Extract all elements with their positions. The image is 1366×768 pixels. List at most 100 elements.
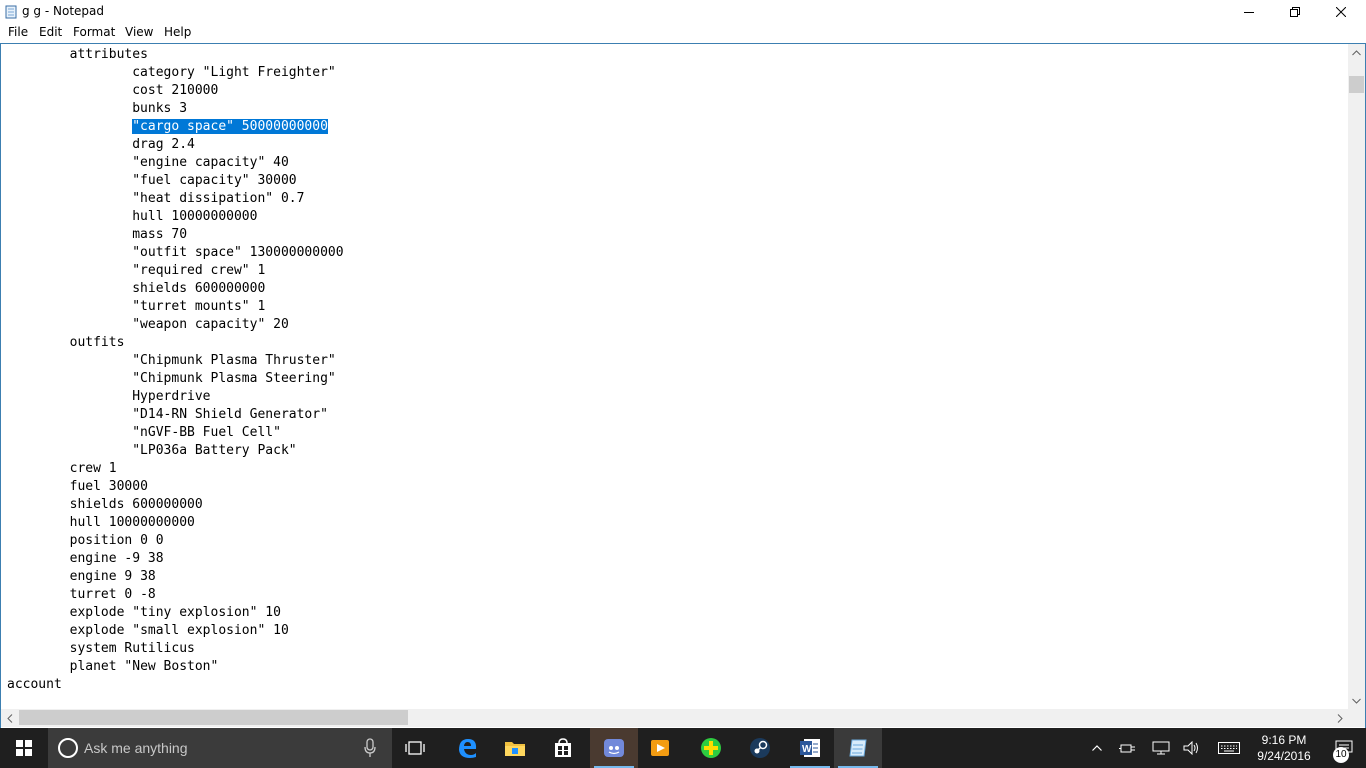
text-line: shields 600000000 [7,496,1340,514]
line-text: mass 70 [132,227,188,242]
line-text: attributes [69,47,148,62]
menu-file[interactable]: File [7,25,29,39]
restore-icon [1290,7,1300,17]
text-line: engine -9 38 [7,550,1340,568]
line-text: shields 600000000 [132,281,266,296]
volume-tray-button[interactable] [1180,728,1204,768]
line-text: "LP036a Battery Pack" [132,443,297,458]
title-bar[interactable]: g g - Notepad [0,0,1366,24]
line-text: cost 210000 [132,83,219,98]
windows-logo-icon [16,740,32,756]
menu-help[interactable]: Help [163,25,192,39]
menu-format[interactable]: Format [72,25,116,39]
text-line: "required crew" 1 [7,262,1340,280]
line-text: account [7,677,62,692]
show-hidden-icons-button[interactable] [1086,728,1108,768]
text-line: category "Light Freighter" [7,64,1340,82]
line-text: Hyperdrive [132,389,211,404]
taskbar-notepad[interactable] [834,728,882,768]
line-text: shields 600000000 [69,497,203,512]
text-line: "cargo space" 50000000000 [7,118,1340,136]
selected-text: "cargo space" 50000000000 [132,119,328,134]
vertical-scrollbar[interactable] [1348,44,1365,709]
text-line: "heat dissipation" 0.7 [7,190,1340,208]
line-text: category "Light Freighter" [132,65,336,80]
edge-icon [459,739,477,758]
taskbar-file-explorer[interactable] [491,728,539,768]
touch-keyboard-button[interactable] [1214,728,1244,768]
minimize-button[interactable] [1226,0,1272,24]
text-line: shields 600000000 [7,280,1340,298]
text-line: engine 9 38 [7,568,1340,586]
search-placeholder: Ask me anything [84,740,188,756]
menu-edit[interactable]: Edit [38,25,63,39]
network-icon [1152,741,1170,755]
restore-button[interactable] [1272,0,1318,24]
taskbar-steam[interactable] [736,728,784,768]
notepad-app-icon[interactable] [5,4,17,19]
menu-view[interactable]: View [124,25,154,39]
network-tray-button[interactable] [1149,728,1173,768]
cortana-icon [58,738,78,758]
text-line: account [7,676,1340,694]
taskbar-media-player[interactable] [636,728,684,768]
close-button[interactable] [1318,0,1364,24]
taskbar-discord[interactable] [590,728,638,768]
keyboard-icon [1218,742,1240,754]
taskbar-word[interactable]: W [786,728,834,768]
horizontal-scroll-thumb[interactable] [19,710,408,725]
line-text: crew 1 [69,461,117,476]
line-text: "fuel capacity" 30000 [132,173,297,188]
scroll-right-button[interactable] [1331,709,1348,727]
text-line: "weapon capacity" 20 [7,316,1340,334]
text-line: cost 210000 [7,82,1340,100]
scroll-down-button[interactable] [1348,692,1365,709]
text-editor[interactable]: attributes category "Light Freighter" co… [7,46,1340,708]
menu-bar: File Edit Format View Help [0,24,1366,43]
notepad-icon [849,739,867,757]
taskbar-clock[interactable]: 9:16 PM 9/24/2016 [1251,732,1317,764]
task-view-button[interactable] [391,728,439,768]
text-line: crew 1 [7,460,1340,478]
line-text: "engine capacity" 40 [132,155,289,170]
start-button[interactable] [0,728,48,768]
line-text: bunks 3 [132,101,188,116]
line-text: "heat dissipation" 0.7 [132,191,305,206]
scroll-left-button[interactable] [1,709,18,727]
taskbar-plus-app[interactable] [687,728,735,768]
scroll-up-button[interactable] [1348,44,1365,61]
microphone-icon[interactable] [364,738,376,762]
line-text: "weapon capacity" 20 [132,317,289,332]
taskbar-edge[interactable] [443,728,491,768]
taskbar-store[interactable] [539,728,587,768]
svg-text:W: W [802,744,812,755]
discord-icon [604,739,624,757]
line-text: engine -9 38 [69,551,164,566]
line-text: engine 9 38 [69,569,156,584]
line-text: "Chipmunk Plasma Thruster" [132,353,336,368]
line-text: "required crew" 1 [132,263,266,278]
text-line: explode "small explosion" 10 [7,622,1340,640]
line-text: "nGVF-BB Fuel Cell" [132,425,281,440]
vertical-scroll-thumb[interactable] [1349,76,1364,93]
text-line: hull 10000000000 [7,208,1340,226]
power-tray-button[interactable] [1116,728,1140,768]
clock-time: 9:16 PM [1261,733,1307,747]
text-line: "Chipmunk Plasma Thruster" [7,352,1340,370]
